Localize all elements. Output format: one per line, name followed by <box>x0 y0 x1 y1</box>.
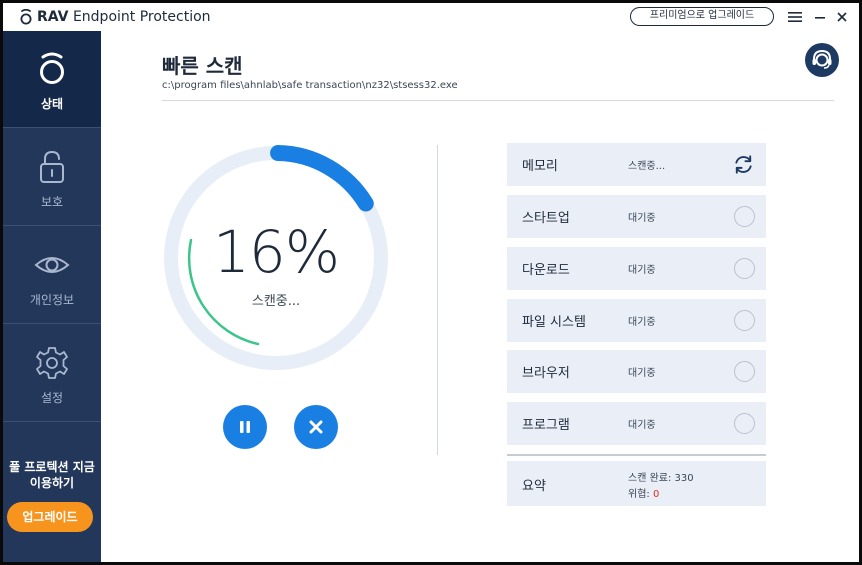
sidebar-item-protection[interactable]: 보호 <box>3 129 101 226</box>
pending-circle-icon <box>734 310 755 331</box>
close-window-button[interactable] <box>832 7 852 27</box>
task-name: 브라우저 <box>522 366 570 381</box>
lock-icon <box>40 150 64 183</box>
summary-row: 요약 스캔 완료: 330 위협: 0 <box>507 461 766 506</box>
task-name: 다운로드 <box>522 263 570 278</box>
summary-label: 요약 <box>522 479 546 494</box>
task-status: 대기중 <box>628 368 656 379</box>
rav-status-icon <box>40 52 64 84</box>
pending-circle-icon <box>734 206 755 227</box>
task-name: 파일 시스템 <box>522 315 586 330</box>
sidebar-item-label: 개인정보 <box>29 293 75 307</box>
current-scan-path: c:\program files\ahnlab\safe transaction… <box>162 80 458 91</box>
app-window: RAV Endpoint Protection 프리미엄으로 업그레이드 상태 … <box>3 3 859 562</box>
promo-line-2: 이용하기 <box>29 476 75 490</box>
eye-icon <box>34 257 70 273</box>
stop-button[interactable] <box>294 405 338 449</box>
threat-count: 위협: 0 <box>628 485 659 500</box>
task-status: 대기중 <box>628 317 656 328</box>
sidebar-item-privacy[interactable]: 개인정보 <box>3 227 101 324</box>
promo-line-1: 풀 프로텍션 지금 <box>9 460 95 474</box>
task-status: 대기중 <box>628 213 656 224</box>
pause-button[interactable] <box>223 405 267 449</box>
scan-done-count: 스캔 완료: 330 <box>628 469 694 484</box>
sidebar-upgrade-button[interactable]: 업그레이드 <box>7 502 93 532</box>
pending-circle-icon <box>734 258 755 279</box>
title-divider <box>162 100 834 101</box>
promo-text: 풀 프로텍션 지금 이용하기 <box>3 459 101 491</box>
sidebar-item-label: 보호 <box>40 195 64 209</box>
pending-circle-icon <box>734 413 755 434</box>
premium-upgrade-button[interactable]: 프리미엄으로 업그레이드 <box>630 7 774 26</box>
headset-icon <box>812 49 832 69</box>
support-button[interactable] <box>805 43 839 77</box>
title-bar: RAV Endpoint Protection 프리미엄으로 업그레이드 <box>3 3 859 31</box>
task-name: 메모리 <box>522 159 558 174</box>
close-icon <box>837 12 847 22</box>
pause-icon <box>240 421 250 433</box>
progress-arc <box>270 145 374 212</box>
app-brand: RAV <box>37 9 69 25</box>
task-status: 스캔중... <box>628 161 666 172</box>
task-row-programs: 프로그램 대기중 <box>507 402 766 445</box>
task-row-download: 다운로드 대기중 <box>507 247 766 290</box>
task-name: 프로그램 <box>522 418 570 433</box>
hamburger-icon <box>788 12 802 22</box>
app-title: RAV Endpoint Protection <box>37 9 211 25</box>
task-row-browser: 브라우저 대기중 <box>507 350 766 393</box>
sidebar-item-status[interactable]: 상태 <box>3 31 101 128</box>
sidebar-item-settings[interactable]: 설정 <box>3 325 101 422</box>
progress-percent: 16% <box>213 218 340 286</box>
task-row-startup: 스타트업 대기중 <box>507 195 766 238</box>
refresh-icon <box>735 155 752 174</box>
progress-status: 스캔중... <box>251 294 301 309</box>
vertical-divider <box>437 145 438 455</box>
task-name: 스타트업 <box>522 211 570 226</box>
sidebar-item-label: 설정 <box>40 391 64 405</box>
app-title-rest: Endpoint Protection <box>72 9 211 25</box>
pending-circle-icon <box>734 361 755 382</box>
close-icon <box>309 420 323 434</box>
threat-label: 위협: <box>628 489 653 500</box>
task-status: 대기중 <box>628 265 656 276</box>
minimize-icon <box>815 17 825 19</box>
menu-button[interactable] <box>785 7 805 27</box>
task-status: 대기중 <box>628 420 656 431</box>
scan-done-label: 스캔 완료: <box>628 473 675 484</box>
scan-done-value: 330 <box>674 473 694 484</box>
task-row-memory: 메모리 스캔중... <box>507 143 766 186</box>
summary-divider <box>507 454 766 456</box>
task-row-filesystem: 파일 시스템 대기중 <box>507 299 766 342</box>
sidebar-item-label: 상태 <box>40 97 64 111</box>
page-title: 빠른 스캔 <box>162 54 243 78</box>
sidebar: 상태 보호 개인정보 설정 풀 프로텍션 지금 이용하기 업그레이드 <box>3 31 101 562</box>
minimize-button[interactable] <box>810 7 830 27</box>
threat-value: 0 <box>652 489 660 500</box>
gear-icon <box>36 347 68 379</box>
rav-logo-icon <box>20 9 32 25</box>
